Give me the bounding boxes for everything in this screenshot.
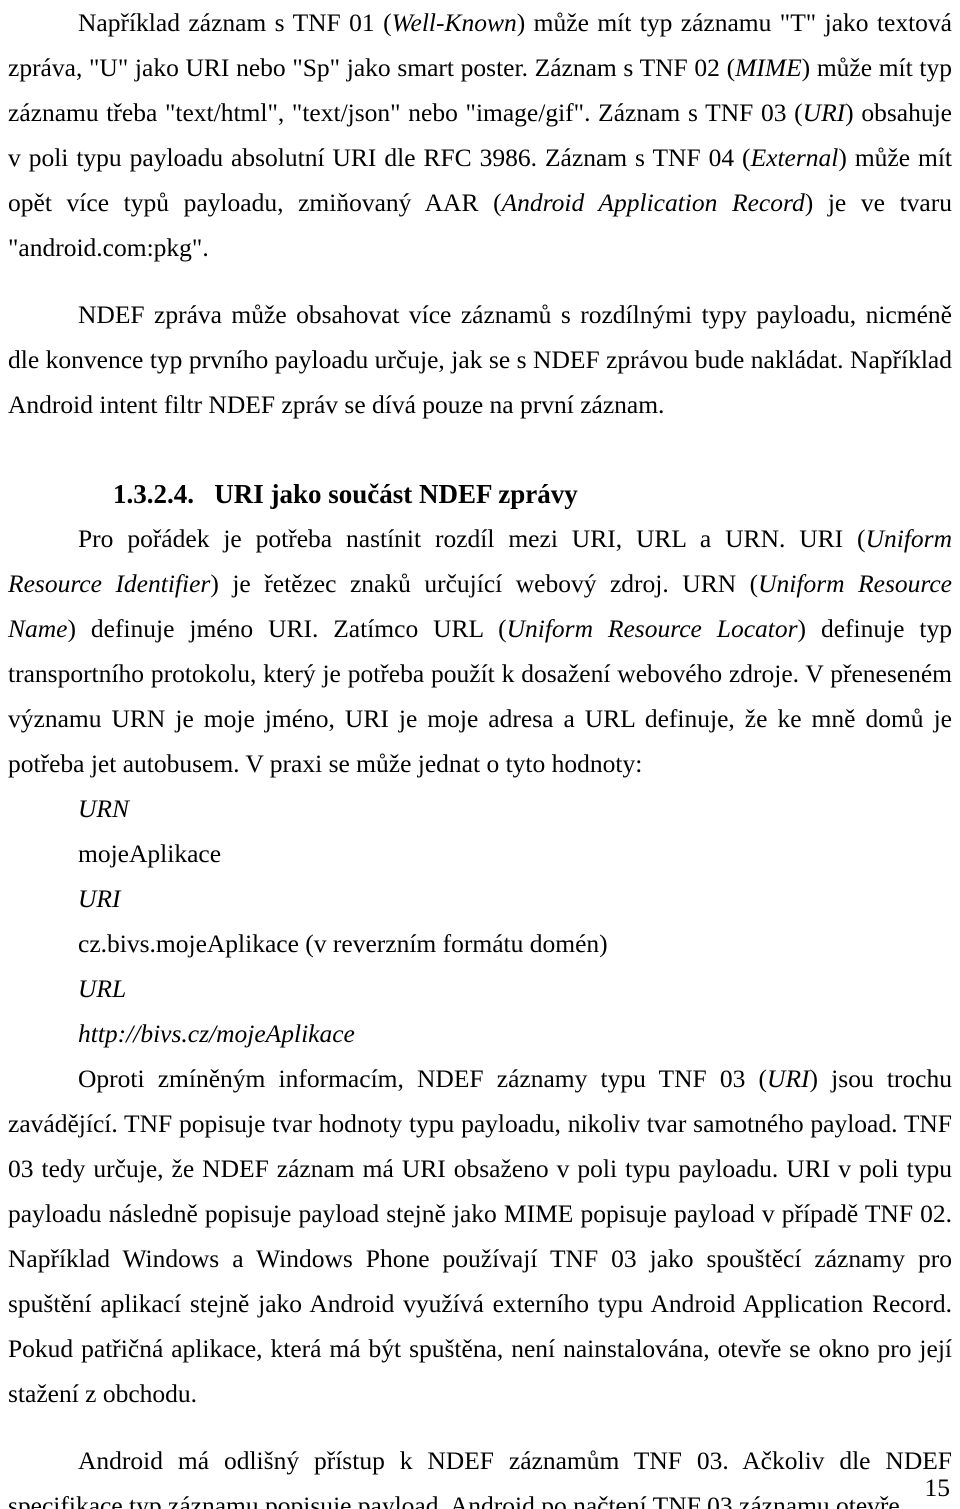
text-run: ) je řetězec znaků určující webový zdroj…	[210, 569, 759, 598]
document-page: Například záznam s TNF 01 (Well-Known) m…	[0, 0, 960, 1509]
text-run: Například záznam s TNF 01 (	[78, 8, 392, 37]
value-list: URN mojeAplikace URI cz.bivs.mojeAplikac…	[8, 786, 952, 1056]
italic-run: URI	[767, 1064, 810, 1093]
italic-run: MIME	[735, 53, 802, 82]
italic-run: Well-Known	[391, 8, 517, 37]
section-heading: 1.3.2.4. URI jako součást NDEF zprávy	[8, 472, 952, 516]
text-run: ) definuje jméno URI. Zatímco URL (	[67, 614, 507, 643]
paragraph-tnf03-misleading: Oproti zmíněným informacím, NDEF záznamy…	[8, 1056, 952, 1416]
text-run: Pro pořádek je potřeba nastínit rozdíl m…	[78, 524, 866, 553]
list-item-url-label: URL	[78, 974, 127, 1003]
italic-run: URI	[802, 98, 846, 127]
paragraph-spacer-2	[8, 1416, 952, 1438]
text-run: ) jsou trochu zavádějící. TNF popisuje t…	[8, 1064, 952, 1408]
list-item-urn-label: URN	[78, 794, 129, 823]
italic-run: Android Application Record	[501, 188, 805, 217]
paragraph-uri-url-urn: Pro pořádek je potřeba nastínit rozdíl m…	[8, 516, 952, 786]
page-number: 15	[924, 1473, 951, 1502]
list-item-urn-value: mojeAplikace	[78, 839, 222, 868]
heading-spacer	[8, 427, 952, 472]
list-item-uri-label: URI	[78, 884, 121, 913]
page-content: Například záznam s TNF 01 (Well-Known) m…	[8, 0, 952, 1509]
italic-run: Uniform Resource Locator	[506, 614, 798, 643]
list-item-url-value: http://bivs.cz/mojeAplikace	[78, 1019, 355, 1048]
italic-run: External	[750, 143, 839, 172]
text-run: Oproti zmíněným informacím, NDEF záznamy…	[78, 1064, 768, 1093]
text-run: NDEF zpráva může obsahovat více záznamů …	[8, 300, 952, 419]
paragraph-tnf-record-types: Například záznam s TNF 01 (Well-Known) m…	[8, 0, 952, 270]
section-heading-title: URI jako součást NDEF zprávy	[214, 479, 578, 509]
paragraph-android-tnf03: Android má odlišný přístup k NDEF záznam…	[8, 1438, 952, 1509]
paragraph-ndef-message-records: NDEF zpráva může obsahovat více záznamů …	[8, 292, 952, 427]
list-item-uri-value: cz.bivs.mojeAplikace (v reverzním formát…	[78, 929, 608, 958]
text-run: Android má odlišný přístup k NDEF záznam…	[8, 1446, 952, 1509]
section-heading-number: 1.3.2.4.	[113, 479, 194, 509]
